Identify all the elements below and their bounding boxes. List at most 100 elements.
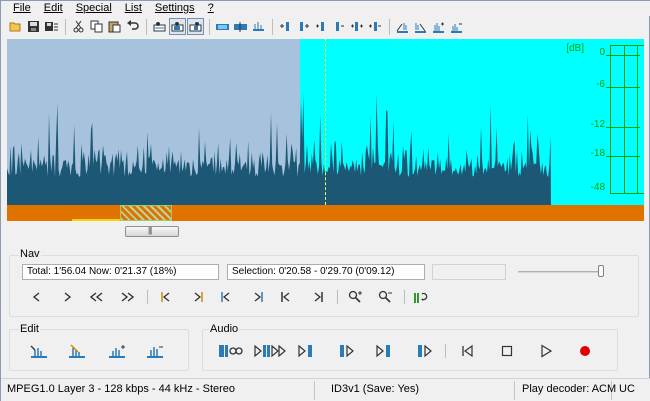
audio-separator <box>445 344 446 358</box>
fade-out-icon[interactable] <box>412 18 429 35</box>
meter-tick <box>606 127 640 128</box>
status-tag: ID3v1 (Save: Yes) <box>327 381 515 400</box>
nav-separator <box>404 290 405 304</box>
set-start-icon[interactable] <box>277 18 294 35</box>
menu-special[interactable]: Special <box>76 2 112 15</box>
volume-down-icon[interactable] <box>448 18 465 35</box>
waveform-view[interactable]: [dB] 0 -6 -12 -18 -48 <box>7 39 644 205</box>
scroll-thumb[interactable]: ||| <box>125 226 179 237</box>
cut-icon[interactable] <box>70 18 87 35</box>
overview-view-range <box>72 219 122 221</box>
app-window: File Edit Special List Settings ? [dB] 0… <box>0 0 650 401</box>
mark-all-icon[interactable] <box>214 18 231 35</box>
paste-icon[interactable] <box>106 18 123 35</box>
fast-back-icon[interactable] <box>87 288 107 306</box>
volume-slider-thumb[interactable] <box>598 265 604 277</box>
zoom-out-icon[interactable] <box>375 288 395 306</box>
step-forward-icon[interactable] <box>57 288 77 306</box>
volume-slider-track[interactable] <box>518 271 604 273</box>
waveform-graph <box>7 92 551 205</box>
status-bar: MPEG1.0 Layer 3 - 128 kbps - 44 kHz - St… <box>1 378 650 401</box>
menu-settings[interactable]: Settings <box>155 2 195 15</box>
meter-unit: [dB] <box>566 43 584 54</box>
toolbar-separator <box>389 18 390 35</box>
nav-separator <box>337 290 338 304</box>
horizontal-scrollbar[interactable]: ||| <box>7 223 644 239</box>
toolbar-separator <box>209 18 210 35</box>
menu-list[interactable]: List <box>125 2 142 15</box>
move-start-icon[interactable] <box>313 18 330 35</box>
play-sel-end-icon[interactable] <box>337 342 357 360</box>
extra-display <box>432 264 506 280</box>
meter-label: -48 <box>590 182 605 193</box>
edit-group-title: Edit <box>19 323 40 335</box>
meter-label: -12 <box>590 119 605 130</box>
silence-icon[interactable] <box>145 342 165 360</box>
play-sel-start-icon[interactable] <box>297 342 317 360</box>
stop-icon[interactable] <box>497 342 517 360</box>
meter-tick <box>606 55 640 56</box>
toolbar <box>7 16 645 37</box>
step-back-icon[interactable] <box>27 288 47 306</box>
extend-right-icon[interactable] <box>367 18 384 35</box>
goto-sel-start-icon[interactable] <box>157 288 177 306</box>
mark-split-icon[interactable] <box>232 18 249 35</box>
overview-bar[interactable] <box>7 205 644 221</box>
waveform-path <box>7 92 551 205</box>
goto-end-icon[interactable] <box>307 288 327 306</box>
play-icon[interactable] <box>536 342 556 360</box>
set-end-icon[interactable] <box>295 18 312 35</box>
toolbar-separator <box>272 18 273 35</box>
view-original-icon[interactable] <box>151 18 168 35</box>
meter-label: -18 <box>590 148 605 159</box>
scroll-grip: ||| <box>148 226 152 235</box>
selection-display: Selection: 0'20.58 - 0'29.70 (0'09.12) <box>227 264 425 280</box>
play-before-end-icon[interactable] <box>375 342 395 360</box>
auto-scroll-icon[interactable] <box>411 288 431 306</box>
rewind-to-start-icon[interactable] <box>458 342 478 360</box>
menu-bar: File Edit Special List Settings ? <box>1 1 650 16</box>
view-selection-icon[interactable] <box>169 18 186 35</box>
play-loop-icon[interactable] <box>217 342 245 360</box>
meter-label: 0 <box>599 47 605 58</box>
menu-file[interactable]: File <box>13 2 31 15</box>
goto-sel-end-blue-icon[interactable] <box>247 288 267 306</box>
copy-icon[interactable] <box>88 18 105 35</box>
volume-up-icon[interactable] <box>430 18 447 35</box>
play-selection-icon[interactable] <box>253 342 287 360</box>
meter-tick <box>606 87 640 88</box>
toolbar-separator <box>65 18 66 35</box>
save-icon[interactable] <box>25 18 42 35</box>
fast-forward-icon[interactable] <box>117 288 137 306</box>
play-cursor <box>325 39 326 205</box>
status-decoder: Play decoder: ACM <box>518 381 616 400</box>
meter-tick <box>606 156 640 157</box>
goto-sel-end-icon[interactable] <box>187 288 207 306</box>
record-icon[interactable] <box>575 342 595 360</box>
status-format: MPEG1.0 Layer 3 - 128 kbps - 44 kHz - St… <box>3 381 315 400</box>
fade-in-edit-icon[interactable] <box>29 342 49 360</box>
view-zoomed-icon[interactable] <box>187 18 204 35</box>
fade-out-edit-icon[interactable] <box>67 342 87 360</box>
time-display: Total: 1'56.04 Now: 0'21.37 (18%) <box>22 264 219 280</box>
nav-group-title: Nav <box>19 248 41 260</box>
save-list-icon[interactable] <box>43 18 60 35</box>
move-end-icon[interactable] <box>331 18 348 35</box>
normalize-icon[interactable] <box>107 342 127 360</box>
fade-in-icon[interactable] <box>394 18 411 35</box>
undo-icon[interactable] <box>124 18 141 35</box>
nav-separator <box>147 290 148 304</box>
menu-edit[interactable]: Edit <box>44 2 63 15</box>
play-after-start-icon[interactable] <box>415 342 435 360</box>
open-icon[interactable] <box>7 18 24 35</box>
goto-start-icon[interactable] <box>277 288 297 306</box>
zoom-in-icon[interactable] <box>345 288 365 306</box>
mark-gap-icon[interactable] <box>250 18 267 35</box>
extend-left-icon[interactable] <box>349 18 366 35</box>
meter-label: -6 <box>596 79 605 90</box>
status-encoding: UC <box>619 383 635 395</box>
meter-channel-right <box>624 45 644 194</box>
menu-help[interactable]: ? <box>208 2 214 15</box>
overview-selection <box>120 205 172 221</box>
goto-sel-start-blue-icon[interactable] <box>217 288 237 306</box>
